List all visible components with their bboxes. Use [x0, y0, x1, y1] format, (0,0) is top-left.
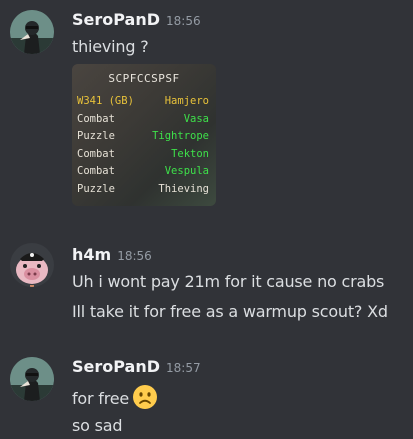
scout-row-room-type: Combat — [77, 165, 115, 178]
scout-row-room-type: Combat — [77, 112, 115, 125]
image-attachment[interactable]: SCPFCCSPSF W341 (GB) Hamjero Combat Vasa Puz… — [72, 64, 216, 206]
avatar[interactable] — [10, 243, 54, 287]
scout-row: W341 (GB) Hamjero — [77, 94, 211, 108]
scout-row: Combat Vasa — [77, 112, 211, 126]
scout-row: Combat Vespula — [77, 164, 211, 178]
scout-row-room-name: Thieving — [158, 183, 209, 195]
timestamp[interactable]: 18:56 — [166, 14, 201, 28]
scout-row: Combat Tekton — [77, 147, 211, 161]
scout-row-room-type: Puzzle — [77, 183, 115, 195]
message-text: Ill take it for free as a warmup scout? … — [72, 302, 388, 321]
username[interactable]: SeroPanD — [72, 357, 160, 376]
scout-row-room-name: Tekton — [171, 147, 209, 160]
chat-message-list: SeroPanD 18:56 thieving ? SCPFCCSPSF W341… — [0, 0, 413, 439]
timestamp[interactable]: 18:56 — [117, 249, 152, 263]
avatar[interactable] — [10, 357, 54, 401]
message-group: SeroPanD 18:56 thieving ? SCPFCCSPSF W341… — [0, 0, 413, 215]
message-text: for free — [72, 384, 158, 410]
message-header: SeroPanD 18:57 — [72, 357, 201, 376]
scout-row-room-type: Puzzle — [77, 130, 115, 143]
message-header: h4m 18:56 — [72, 245, 152, 264]
scout-row-room-name: Hamjero — [164, 95, 209, 107]
scout-row-room-type: Combat — [77, 147, 115, 160]
slightly-frowning-face-emoji[interactable] — [132, 384, 158, 410]
scout-layout-title: SCPFCCSPSF — [108, 72, 180, 85]
message-text-content: for free — [72, 389, 130, 408]
message-group: SeroPanD 18:57 for free so sad — [0, 353, 413, 439]
message-text: thieving ? — [72, 37, 149, 56]
message-text: Uh i wont pay 21m for it cause no crabs — [72, 272, 385, 291]
scout-row-room-name: Tightrope — [152, 130, 209, 143]
message-text: so sad — [72, 416, 123, 435]
scout-row: Puzzle Tightrope — [77, 129, 211, 143]
scout-row-room-type: W341 (GB) — [77, 95, 134, 107]
scout-row-room-name: Vespula — [164, 165, 209, 178]
message-header: SeroPanD 18:56 — [72, 10, 201, 29]
username[interactable]: h4m — [72, 245, 111, 264]
timestamp[interactable]: 18:57 — [166, 361, 201, 375]
username[interactable]: SeroPanD — [72, 10, 160, 29]
avatar[interactable] — [10, 10, 54, 54]
scout-row-room-name: Vasa — [183, 112, 209, 125]
message-group: h4m 18:56 Uh i wont pay 21m for it cause … — [0, 237, 413, 337]
scout-row: Puzzle Thieving — [77, 182, 211, 196]
